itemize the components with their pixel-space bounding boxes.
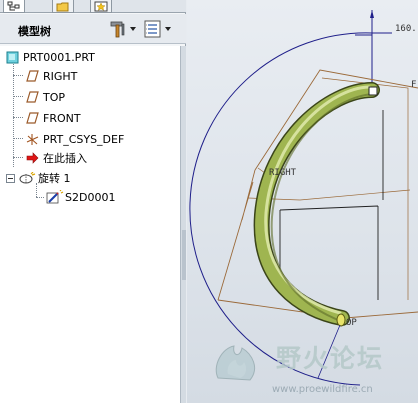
tree-settings-button[interactable] (108, 18, 138, 40)
model-tree: PRT0001.PRT RIGHT TOP FRONT PRT_CSYS_DEF (0, 46, 180, 403)
part-icon (6, 51, 19, 63)
dimension-arrow-icon (370, 10, 374, 18)
plane-label-top: OP (346, 318, 357, 328)
csys-icon (26, 133, 39, 145)
tree-root-label: PRT0001.PRT (23, 50, 95, 64)
favorites-tab[interactable] (90, 0, 112, 13)
tree-item-label: TOP (43, 90, 66, 104)
revolved-tube[interactable] (255, 83, 379, 325)
collapse-icon[interactable] (6, 173, 15, 183)
tree-item-front[interactable]: FRONT (26, 109, 81, 127)
tree-connector (36, 197, 44, 198)
tree-item-insert-here[interactable]: 在此插入 (26, 149, 87, 167)
chevron-down-icon (165, 27, 171, 31)
model-tree-panel: 模型树 PRT0001.PRT RIGHT TOP FRONT PRT_CSYS… (0, 0, 186, 403)
tree-root-prt0001[interactable]: PRT0001.PRT (6, 48, 95, 66)
navigator-tabs (0, 0, 186, 13)
list-view-icon (144, 20, 161, 38)
folder-browser-tab[interactable] (52, 0, 74, 13)
sketch-arc[interactable] (189, 32, 373, 386)
sketch-centerlines (279, 205, 379, 300)
model-tree-header: 模型树 (0, 14, 186, 44)
revolve-icon (19, 171, 36, 184)
tree-item-label: PRT_CSYS_DEF (43, 132, 125, 146)
datum-plane-icon (26, 112, 39, 124)
tree-item-sketch[interactable]: S2D0001 (46, 188, 115, 206)
model-tree-tab[interactable] (3, 0, 25, 13)
tree-item-label: S2D0001 (65, 190, 116, 204)
tree-item-label: FRONT (43, 111, 81, 125)
tree-connector (13, 64, 14, 167)
favorites-icon (94, 1, 108, 12)
tree-item-csys[interactable]: PRT_CSYS_DEF (26, 130, 124, 148)
plane-label-right: RIGHT (269, 168, 297, 178)
tree-item-top[interactable]: TOP (26, 88, 65, 106)
tree-connector (13, 96, 23, 97)
tree-connector (13, 138, 23, 139)
tree-feature-revolve[interactable]: 旋转 1 (6, 169, 71, 187)
model-tree-scrollbar[interactable] (180, 46, 186, 403)
tree-item-label: 在此插入 (43, 152, 87, 165)
watermark-url: www.proewildfire.cn (272, 384, 373, 395)
hammer-tools-icon (110, 21, 125, 38)
model-tree-icon (7, 1, 20, 11)
tree-connector (13, 157, 23, 158)
sketch-icon (46, 190, 64, 204)
chevron-down-icon (130, 27, 136, 31)
tube-end-cap (336, 313, 346, 327)
drag-handle[interactable] (368, 86, 378, 96)
watermark-logo (215, 345, 255, 381)
model-tree-title: 模型树 (18, 25, 51, 38)
datum-plane-icon (26, 91, 39, 103)
tree-connector (13, 117, 23, 118)
plane-label-front: F (411, 80, 417, 90)
folder-icon (56, 2, 69, 12)
tree-item-right[interactable]: RIGHT (26, 67, 77, 85)
tree-connector (13, 75, 23, 76)
insert-here-arrow-icon (26, 152, 39, 164)
watermark-title: 野火论坛 (276, 344, 385, 373)
tree-show-button[interactable] (143, 18, 177, 40)
datum-plane-icon (26, 70, 39, 82)
tree-item-label: RIGHT (43, 69, 78, 83)
tree-feature-label: 旋转 1 (38, 172, 71, 185)
datum-plane-front[interactable] (321, 77, 409, 300)
panel-resize-sash[interactable] (182, 230, 186, 280)
dimension-label[interactable]: 160. (395, 24, 417, 34)
